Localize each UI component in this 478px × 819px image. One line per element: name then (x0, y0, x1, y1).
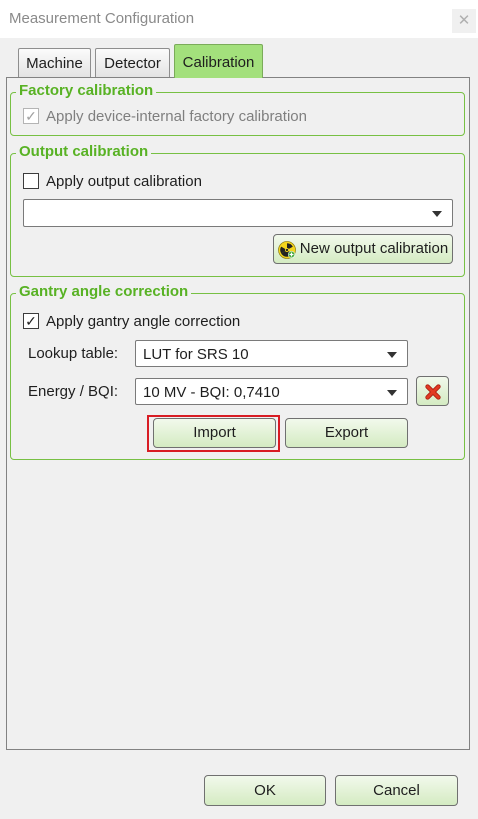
new-output-calibration-button[interactable]: New output calibration (273, 234, 453, 264)
lookup-table-label: Lookup table: (28, 345, 119, 362)
delete-x-icon (425, 384, 441, 400)
tab-calibration[interactable]: Calibration (174, 44, 263, 78)
tab-detector[interactable]: Detector (95, 48, 170, 78)
factory-calibration-legend: Factory calibration (16, 82, 157, 100)
checkmark-icon: ✓ (25, 313, 37, 329)
close-icon: ✕ (457, 12, 471, 29)
output-calibration-checkbox[interactable] (23, 173, 39, 189)
close-button[interactable]: ✕ (452, 9, 476, 33)
gantry-angle-correction-checkbox-label: Apply gantry angle correction (46, 313, 241, 330)
radiation-icon (278, 241, 296, 259)
energy-bqi-value: 10 MV - BQI: 0,7410 (143, 384, 280, 401)
lookup-table-value: LUT for SRS 10 (143, 346, 249, 363)
energy-bqi-select[interactable]: 10 MV - BQI: 0,7410 (135, 378, 408, 405)
tab-machine[interactable]: Machine (18, 48, 91, 78)
gantry-angle-correction-legend: Gantry angle correction (16, 283, 192, 301)
window-title: Measurement Configuration (9, 10, 195, 27)
new-output-calibration-label: New output calibration (299, 240, 449, 257)
factory-calibration-checkbox-label: Apply device-internal factory calibratio… (46, 108, 307, 125)
gantry-angle-correction-checkbox[interactable]: ✓ (23, 313, 39, 329)
chevron-down-icon (387, 390, 397, 396)
import-highlight-box (147, 415, 280, 452)
lookup-table-select[interactable]: LUT for SRS 10 (135, 340, 408, 367)
ok-button[interactable]: OK (204, 775, 326, 806)
delete-energy-button[interactable] (416, 376, 449, 406)
checkmark-icon: ✓ (25, 108, 37, 124)
energy-bqi-label: Energy / BQI: (28, 383, 119, 400)
export-button[interactable]: Export (285, 418, 408, 448)
chevron-down-icon (387, 352, 397, 358)
output-calibration-checkbox-label: Apply output calibration (46, 173, 202, 190)
output-calibration-legend: Output calibration (16, 143, 152, 161)
factory-calibration-checkbox[interactable]: ✓ (23, 108, 39, 124)
cancel-button[interactable]: Cancel (335, 775, 458, 806)
output-calibration-select[interactable] (23, 199, 453, 227)
chevron-down-icon (432, 211, 442, 217)
